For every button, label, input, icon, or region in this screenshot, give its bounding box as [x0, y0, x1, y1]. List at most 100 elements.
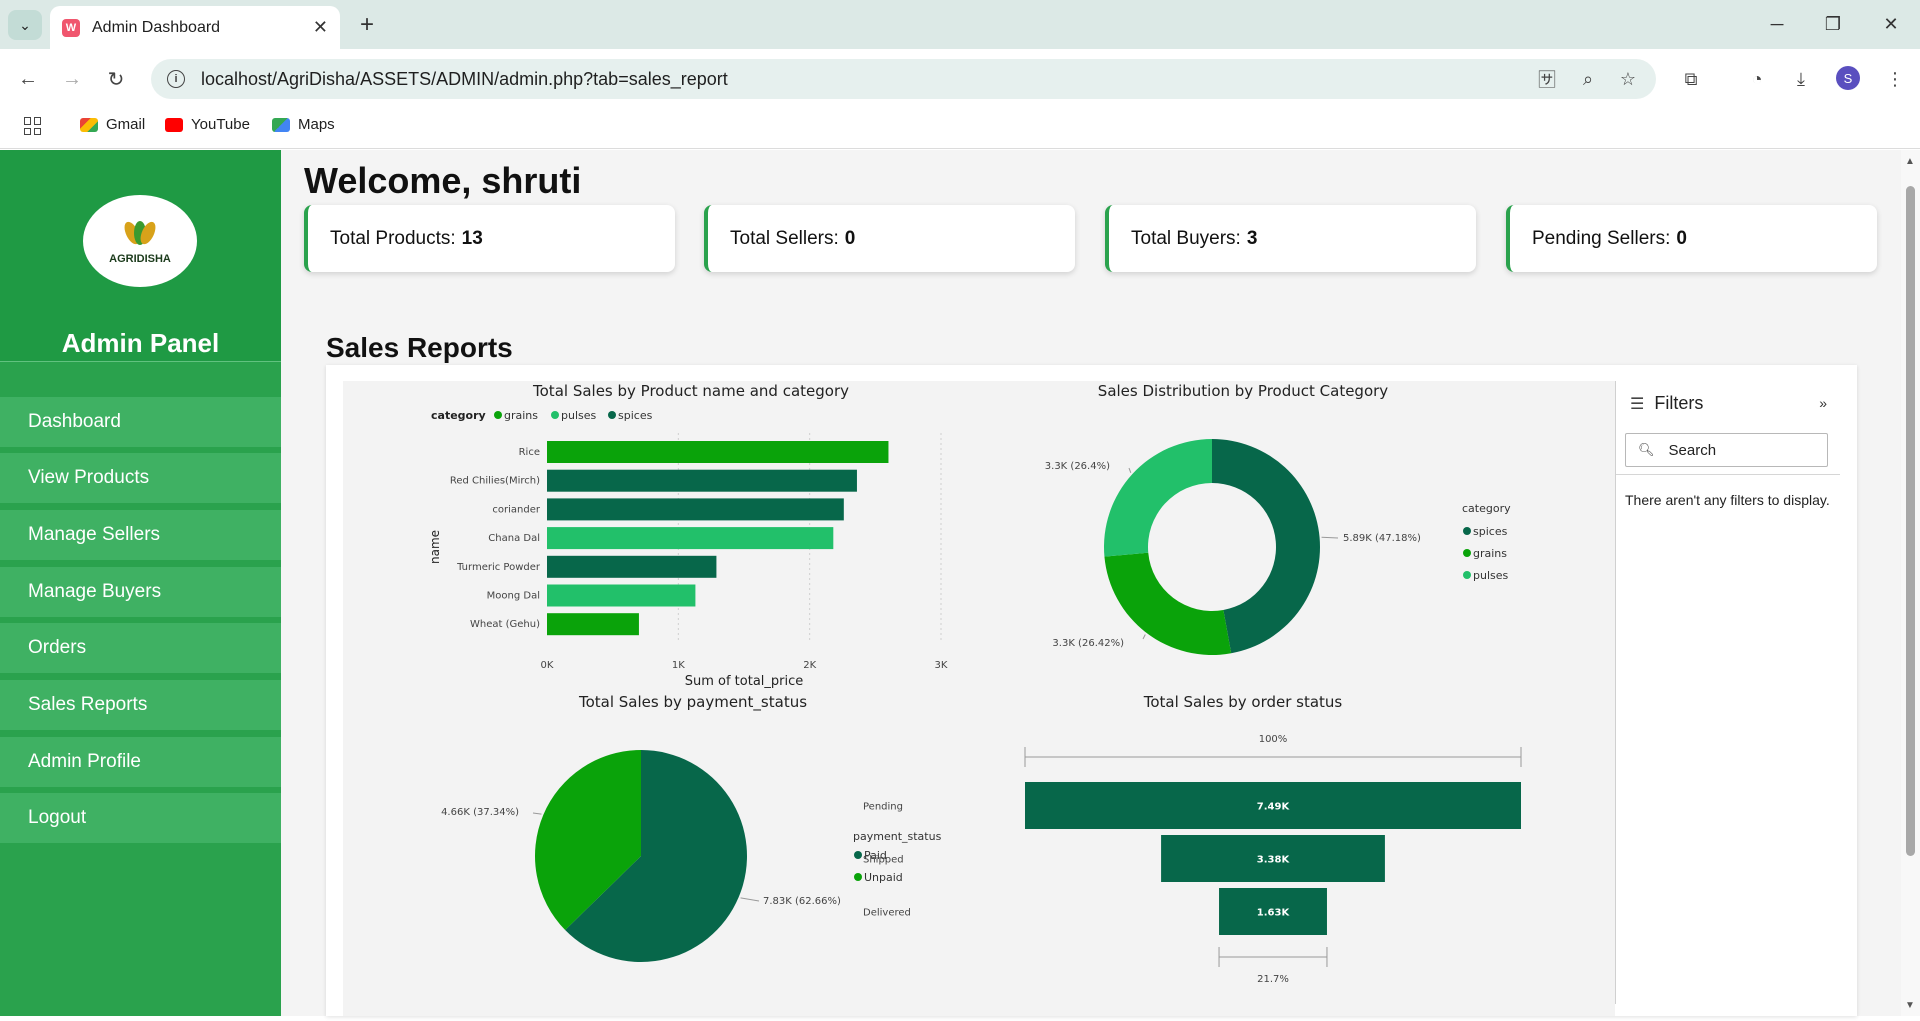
tab-favicon: W — [62, 18, 80, 37]
bookmark-label: Gmail — [106, 116, 146, 133]
data-label: 7.83K (62.66%) — [763, 896, 841, 907]
bar — [547, 584, 696, 607]
stat-value: 13 — [461, 227, 483, 249]
bar — [547, 469, 857, 492]
address-bar[interactable]: i localhost/AgriDisha/ASSETS/ADMIN/admin… — [151, 59, 1656, 99]
y-axis-label: name — [428, 530, 442, 564]
bar — [547, 555, 717, 578]
sidebar-item-manage-buyers[interactable]: Manage Buyers — [0, 567, 281, 617]
search-icon: 🔍︎ — [1638, 442, 1655, 457]
page-scrollbar[interactable]: ▲ ▼ — [1901, 150, 1920, 1016]
data-label: 3.3K (26.4%) — [1045, 461, 1110, 472]
legend-label: Unpaid — [864, 871, 903, 884]
search-placeholder: Search — [1668, 441, 1717, 459]
sidebar-item-admin-profile[interactable]: Admin Profile — [0, 737, 281, 787]
bookmark-label: YouTube — [191, 116, 250, 133]
legend-title: category — [1462, 502, 1511, 515]
x-tick-label: 2K — [803, 660, 816, 671]
collapse-filters-icon[interactable]: » — [1819, 395, 1827, 411]
leader-line — [1142, 634, 1146, 640]
sidebar-item-logout[interactable]: Logout — [0, 793, 281, 843]
bar — [547, 527, 834, 550]
donut-slice — [1104, 439, 1212, 557]
bar — [547, 613, 639, 636]
sidebar-item-manage-sellers[interactable]: Manage Sellers — [0, 510, 281, 560]
y-tick-label: Rice — [519, 447, 540, 458]
bookmark-maps[interactable]: Maps — [272, 116, 335, 133]
extensions-icon[interactable]: ⧉ — [1676, 64, 1706, 94]
translate-icon[interactable]: 🈂 — [1532, 64, 1562, 94]
y-tick-label: Wheat (Gehu) — [470, 619, 540, 630]
reload-button[interactable]: ↻ — [100, 63, 132, 95]
bookmark-star-icon[interactable]: ☆ — [1613, 64, 1643, 94]
donut-slice — [1212, 439, 1320, 654]
close-window-button[interactable]: ✕ — [1868, 8, 1914, 40]
legend-marker — [854, 873, 862, 881]
x-axis-label: Sum of total_price — [685, 674, 804, 689]
funnel-category-label: Shipped — [863, 855, 904, 866]
forward-button[interactable]: → — [56, 63, 88, 95]
sidebar-item-orders[interactable]: Orders — [0, 623, 281, 673]
legend-marker — [854, 851, 862, 859]
y-tick-label: Chana Dal — [488, 533, 540, 544]
bookmark-gmail[interactable]: Gmail — [80, 116, 145, 133]
funnel-value-label: 1.63K — [1257, 908, 1291, 919]
leaf-icon — [120, 217, 160, 249]
sidebar-item-sales-reports[interactable]: Sales Reports — [0, 680, 281, 730]
stat-label: Pending Sellers: — [1532, 227, 1671, 249]
stat-card-pending-sellers: Pending Sellers: 0 — [1506, 205, 1877, 272]
site-info-icon[interactable]: i — [167, 70, 185, 88]
legend-title: payment_status — [853, 830, 942, 843]
profile-avatar[interactable]: S — [1836, 66, 1860, 90]
scroll-up-icon[interactable]: ▲ — [1905, 156, 1915, 167]
chart-title: Total Sales by payment_status — [578, 693, 807, 712]
filters-search-input[interactable]: 🔍︎ Search — [1625, 433, 1828, 467]
sidebar-item-view-products[interactable]: View Products — [0, 453, 281, 503]
legend-marker — [1463, 549, 1471, 557]
close-tab-icon[interactable]: ✕ — [313, 17, 328, 38]
filters-divider — [1616, 474, 1840, 475]
stat-label: Total Sellers: — [730, 227, 839, 249]
funnel-category-label: Pending — [863, 802, 903, 813]
data-label: 3.3K (26.42%) — [1052, 638, 1124, 649]
minimize-button[interactable]: ─ — [1754, 8, 1800, 40]
chart-title: Total Sales by Product name and category — [532, 382, 849, 400]
zoom-icon[interactable]: ⌕ — [1573, 64, 1603, 94]
browser-tab[interactable]: W Admin Dashboard ✕ — [50, 6, 340, 49]
apps-grid-icon[interactable] — [24, 117, 42, 135]
leader-line — [740, 897, 760, 902]
agridisha-logo: AGRIDISHA — [83, 195, 197, 287]
scrollbar-thumb[interactable] — [1906, 186, 1915, 856]
sidebar: AGRIDISHA Admin Panel Dashboard View Pro… — [0, 150, 281, 1016]
legend-label: spices — [1473, 525, 1508, 538]
legend-marker — [551, 411, 559, 419]
performance-icon[interactable]: ◔ — [1742, 64, 1772, 94]
menu-kebab-icon[interactable]: ⋮ — [1880, 64, 1910, 94]
chart-title: Sales Distribution by Product Category — [1098, 382, 1388, 400]
charts-svg: Total Sales by Product name and category… — [428, 382, 1522, 985]
x-tick-label: 1K — [672, 660, 685, 671]
filters-title: Filters — [1654, 393, 1704, 413]
sales-reports-heading: Sales Reports — [326, 332, 513, 363]
stat-value: 0 — [844, 227, 856, 249]
welcome-heading: Welcome, shruti — [304, 160, 582, 201]
legend-title: category — [431, 409, 486, 422]
back-button[interactable]: ← — [12, 63, 44, 95]
data-label: 4.66K (37.34%) — [441, 807, 519, 818]
bookmark-youtube[interactable]: YouTube — [165, 116, 250, 133]
sidebar-item-dashboard[interactable]: Dashboard — [0, 397, 281, 447]
download-icon[interactable]: ⤓ — [1786, 64, 1816, 94]
stat-card-sellers: Total Sellers: 0 — [704, 205, 1075, 272]
new-tab-button[interactable]: + — [352, 10, 382, 40]
restore-button[interactable]: ❐ — [1810, 8, 1856, 40]
scroll-down-icon[interactable]: ▼ — [1905, 1000, 1915, 1011]
legend-label: pulses — [561, 409, 597, 422]
filter-icon: ☰ — [1630, 395, 1645, 413]
legend-marker — [494, 411, 502, 419]
logo-text: AGRIDISHA — [109, 253, 171, 265]
stat-card-buyers: Total Buyers: 3 — [1105, 205, 1476, 272]
legend-label: pulses — [1473, 569, 1509, 582]
report-canvas: Total Sales by Product name and category… — [343, 381, 1615, 1016]
youtube-icon — [165, 117, 183, 132]
tab-search-button[interactable]: ⌄ — [8, 10, 42, 40]
